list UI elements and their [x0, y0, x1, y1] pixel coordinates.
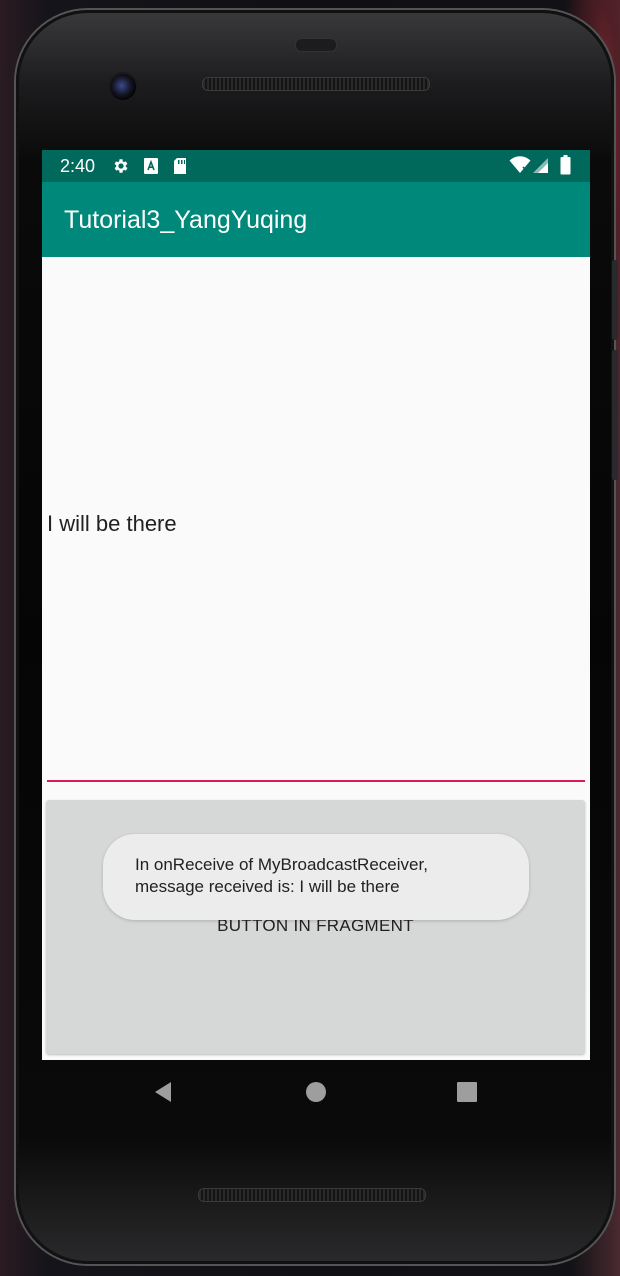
toast-message: In onReceive of MyBroadcastReceiver, mes…: [103, 834, 529, 920]
recents-icon[interactable]: [451, 1076, 483, 1108]
message-text: I will be there: [47, 511, 177, 536]
settings-icon: [112, 157, 130, 180]
toast-text: In onReceive of MyBroadcastReceiver, mes…: [135, 855, 428, 896]
signal-icon: [533, 157, 549, 179]
front-camera: [108, 72, 138, 102]
app-bar: Tutorial3_YangYuqing: [42, 182, 590, 257]
home-icon[interactable]: [300, 1076, 332, 1108]
top-speaker-grille: [202, 77, 430, 91]
main-content: I will be there BUTTON IN FRAGMENT: [42, 257, 590, 1060]
sd-card-icon: [172, 157, 188, 180]
battery-icon: [560, 155, 571, 180]
navigation-bar: [42, 1060, 590, 1124]
a-notification-icon: [143, 157, 159, 180]
device-frame-backdrop: 2:40 Tutorial3_YangYuqing I will be ther…: [0, 0, 620, 1276]
text-field-underline[interactable]: [47, 780, 585, 782]
app-title: Tutorial3_YangYuqing: [64, 206, 308, 234]
volume-button: [612, 350, 618, 480]
status-time: 2:40: [60, 156, 96, 176]
top-sensor: [295, 38, 337, 52]
back-icon[interactable]: [147, 1076, 179, 1108]
power-button: [612, 260, 618, 340]
device-screen: 2:40 Tutorial3_YangYuqing I will be ther…: [42, 150, 590, 1060]
bottom-speaker-grille: [198, 1188, 426, 1202]
wifi-icon: [509, 156, 531, 179]
status-bar: 2:40: [42, 150, 590, 182]
